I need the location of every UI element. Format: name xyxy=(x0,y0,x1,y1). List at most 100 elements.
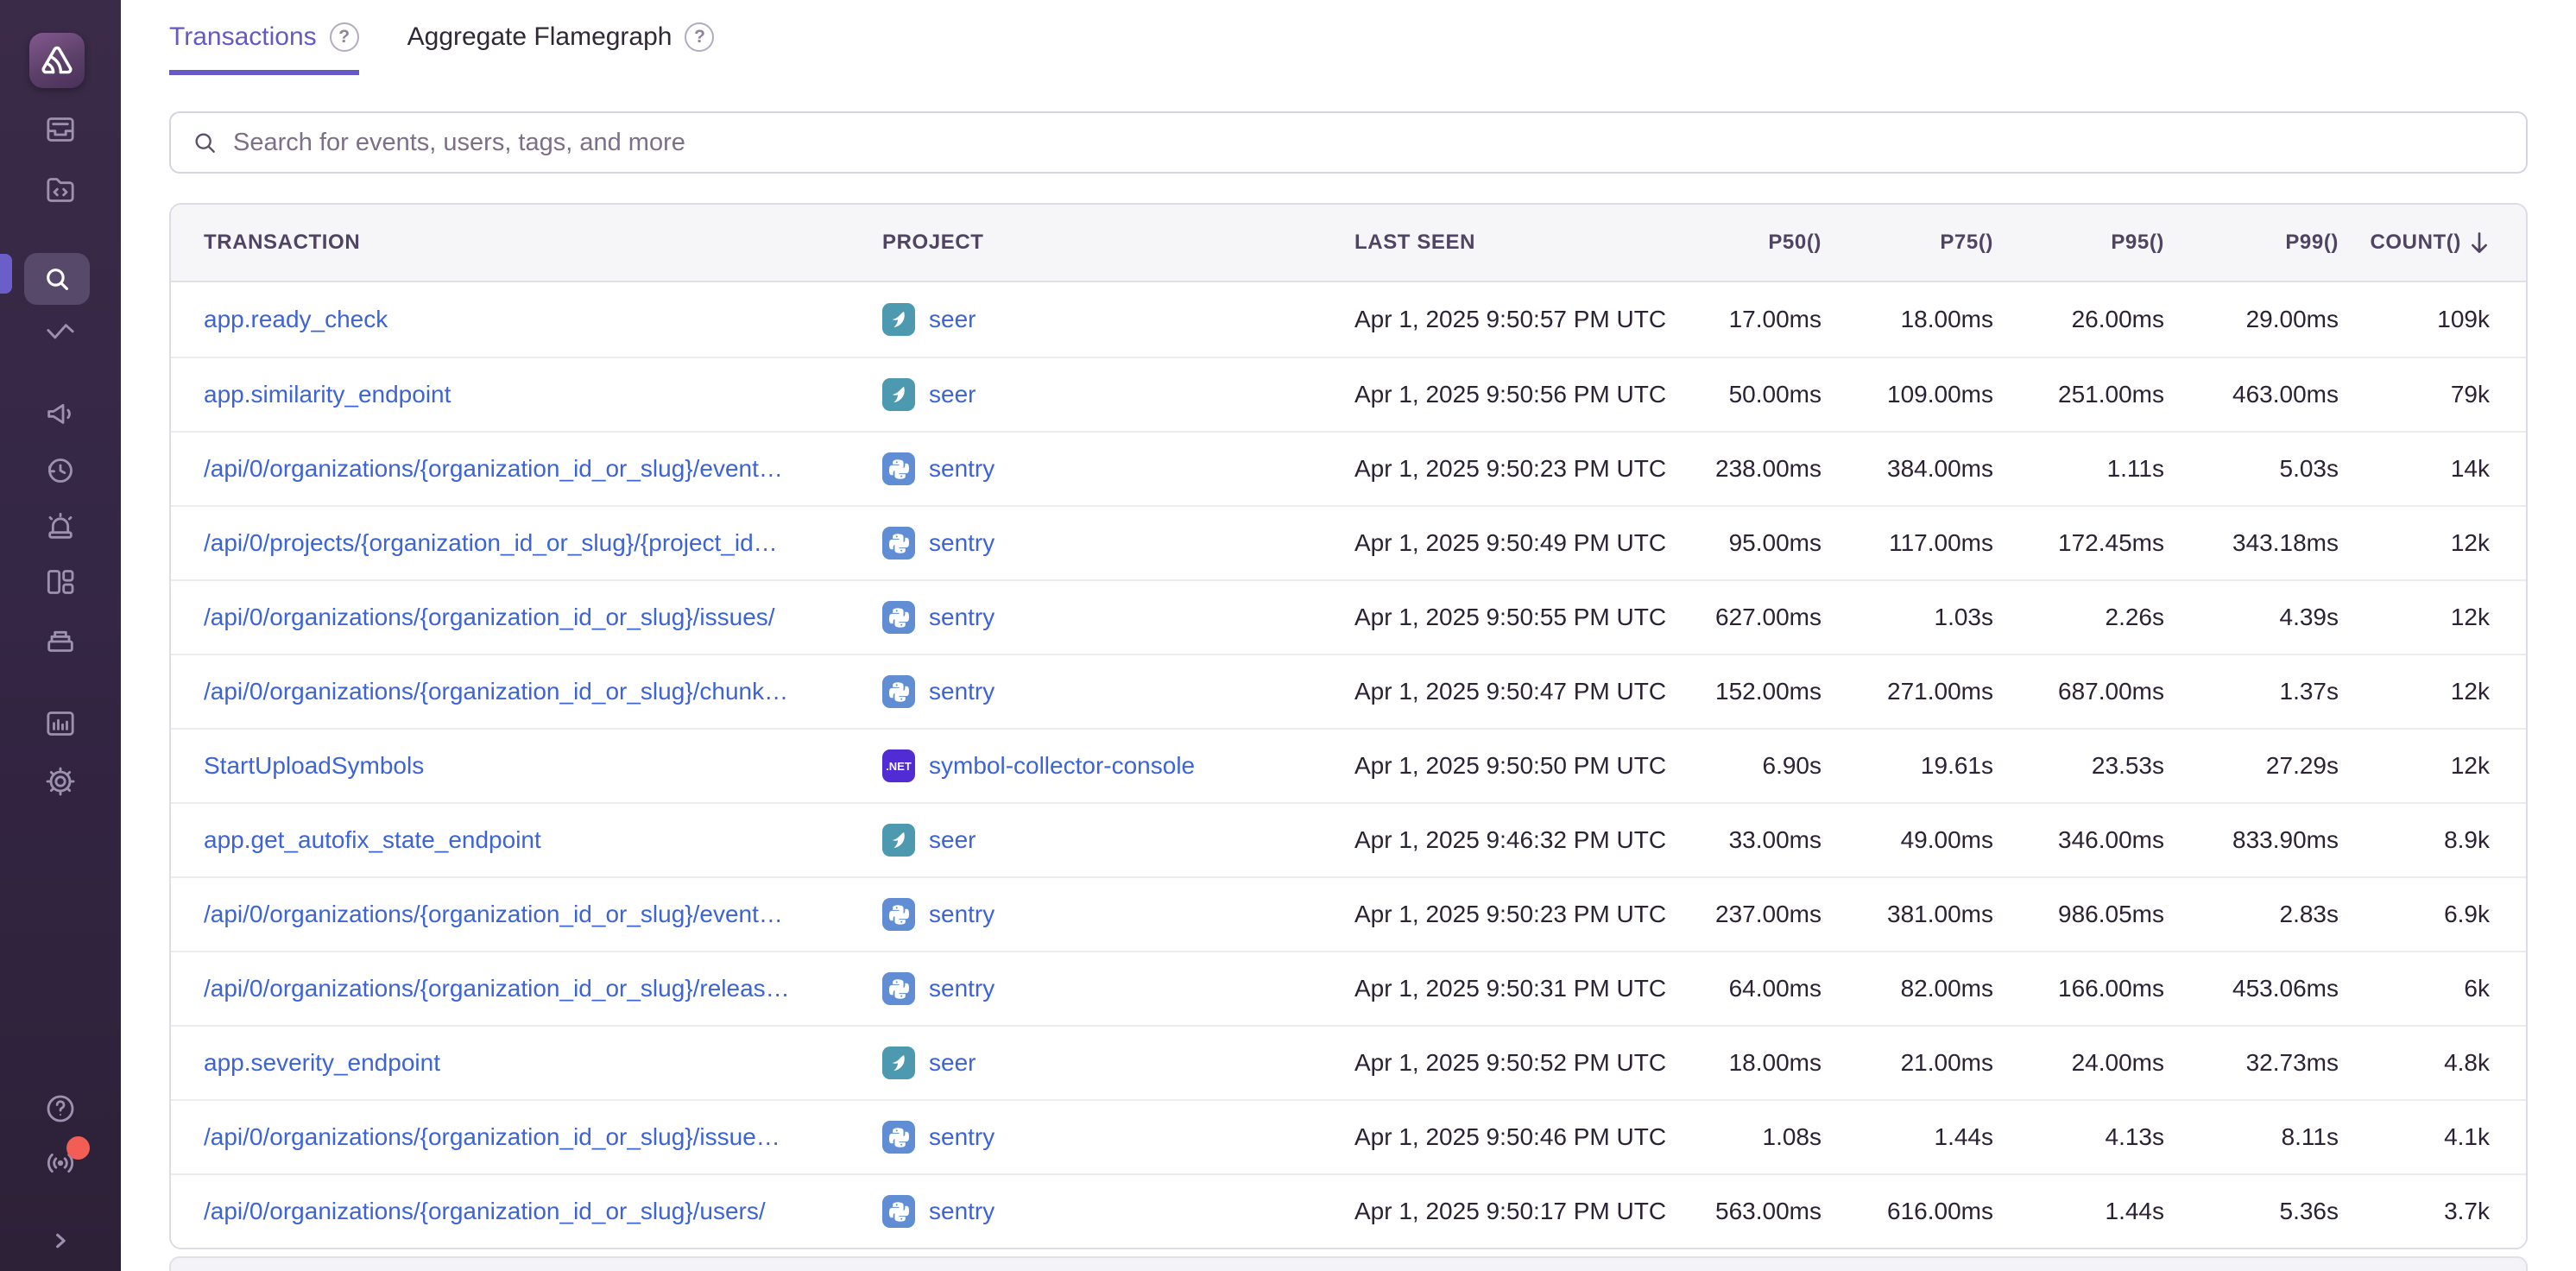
zigzag-icon xyxy=(43,315,78,350)
transaction-cell: app.similarity_endpoint xyxy=(171,381,882,408)
project-link[interactable]: sentry xyxy=(929,529,994,557)
python-project-icon xyxy=(887,606,911,629)
sidebar-item-feedback[interactable] xyxy=(43,396,78,431)
p99-cell: 2.83s xyxy=(2164,901,2339,928)
project-link[interactable]: sentry xyxy=(929,1198,994,1225)
project-link[interactable]: seer xyxy=(929,1049,975,1077)
sidebar-collapse-button[interactable] xyxy=(43,1224,78,1258)
project-icon: .NET xyxy=(882,527,915,560)
project-icon: .NET xyxy=(882,1121,915,1154)
tab-transactions-help-icon[interactable]: ? xyxy=(330,22,359,52)
transaction-link[interactable]: /api/0/organizations/{organization_id_or… xyxy=(204,1198,766,1224)
project-icon: .NET xyxy=(882,303,915,336)
project-link[interactable]: sentry xyxy=(929,901,994,928)
column-header-count[interactable]: COUNT() xyxy=(2339,231,2526,255)
p50-cell: 95.00ms xyxy=(1651,529,1822,557)
transaction-link[interactable]: app.similarity_endpoint xyxy=(204,381,451,408)
siren-icon xyxy=(43,509,78,544)
main-content: Transactions ? Aggregate Flamegraph ? TR… xyxy=(121,0,2576,1271)
python-project-icon xyxy=(887,1126,911,1149)
sidebar-item-stats[interactable] xyxy=(43,706,78,741)
search-icon xyxy=(41,262,73,295)
table-row: app.ready_check .NET seer Apr 1, 2025 9:… xyxy=(171,282,2526,357)
tab-aggregate-flamegraph-help-icon[interactable]: ? xyxy=(685,22,714,52)
sidebar-item-traces[interactable] xyxy=(43,315,78,350)
column-header-p50[interactable]: P50() xyxy=(1651,231,1822,255)
p50-cell: 18.00ms xyxy=(1651,1049,1822,1077)
p50-cell: 152.00ms xyxy=(1651,678,1822,705)
table-row: app.severity_endpoint .NET seer Apr 1, 2… xyxy=(171,1025,2526,1099)
p95-cell: 1.44s xyxy=(1993,1198,2164,1225)
seer-project-icon xyxy=(887,383,911,407)
tab-aggregate-flamegraph[interactable]: Aggregate Flamegraph ? xyxy=(407,22,715,75)
project-icon: .NET xyxy=(882,601,915,634)
project-cell: .NET sentry xyxy=(882,898,1348,931)
sidebar-item-releases[interactable] xyxy=(43,623,78,657)
megaphone-icon xyxy=(43,396,78,431)
sentry-logo[interactable] xyxy=(29,33,85,88)
project-icon: .NET xyxy=(882,749,915,782)
project-cell: .NET seer xyxy=(882,303,1348,336)
sidebar-item-explore-active[interactable] xyxy=(24,253,90,305)
transaction-link[interactable]: /api/0/organizations/{organization_id_or… xyxy=(204,455,783,482)
count-cell: 79k xyxy=(2339,381,2526,408)
p75-cell: 109.00ms xyxy=(1822,381,1993,408)
project-link[interactable]: sentry xyxy=(929,604,994,631)
project-cell: .NET seer xyxy=(882,378,1348,411)
count-cell: 12k xyxy=(2339,529,2526,557)
transaction-link[interactable]: /api/0/organizations/{organization_id_or… xyxy=(204,604,775,630)
project-link[interactable]: seer xyxy=(929,306,975,333)
table-row: /api/0/projects/{organization_id_or_slug… xyxy=(171,505,2526,579)
project-link[interactable]: sentry xyxy=(929,1123,994,1151)
transaction-cell: /api/0/organizations/{organization_id_or… xyxy=(171,604,882,631)
column-header-last-seen[interactable]: LAST SEEN xyxy=(1348,231,1651,255)
column-header-p75[interactable]: P75() xyxy=(1822,231,1993,255)
project-link[interactable]: sentry xyxy=(929,455,994,483)
project-link[interactable]: symbol-collector-console xyxy=(929,752,1195,780)
search-input[interactable] xyxy=(233,129,2506,157)
sidebar-item-settings[interactable] xyxy=(43,764,78,799)
table-row: /api/0/organizations/{organization_id_or… xyxy=(171,431,2526,505)
tab-transactions[interactable]: Transactions ? xyxy=(169,22,359,75)
project-link[interactable]: seer xyxy=(929,826,975,854)
sidebar-item-help[interactable] xyxy=(43,1091,78,1126)
transaction-link[interactable]: app.get_autofix_state_endpoint xyxy=(204,826,541,853)
transaction-link[interactable]: /api/0/organizations/{organization_id_or… xyxy=(204,975,790,1002)
transaction-link[interactable]: /api/0/organizations/{organization_id_or… xyxy=(204,678,788,705)
column-header-transaction[interactable]: TRANSACTION xyxy=(171,231,882,255)
p75-cell: 18.00ms xyxy=(1822,306,1993,333)
p99-cell: 343.18ms xyxy=(2164,529,2339,557)
count-cell: 6.9k xyxy=(2339,901,2526,928)
p50-cell: 17.00ms xyxy=(1651,306,1822,333)
column-header-p99[interactable]: P99() xyxy=(2164,231,2339,255)
sidebar-item-projects[interactable] xyxy=(43,173,78,207)
project-cell: .NET seer xyxy=(882,1047,1348,1079)
project-link[interactable]: sentry xyxy=(929,975,994,1002)
p75-cell: 271.00ms xyxy=(1822,678,1993,705)
count-cell: 6k xyxy=(2339,975,2526,1002)
sidebar-item-dashboards[interactable] xyxy=(43,565,78,599)
sidebar-item-issues[interactable] xyxy=(43,112,78,147)
transaction-cell: app.severity_endpoint xyxy=(171,1049,882,1077)
transaction-cell: /api/0/projects/{organization_id_or_slug… xyxy=(171,529,882,557)
sidebar-item-alerts[interactable] xyxy=(43,509,78,544)
column-header-project[interactable]: PROJECT xyxy=(882,231,1348,255)
count-cell: 12k xyxy=(2339,678,2526,705)
sidebar-item-replays[interactable] xyxy=(43,453,78,488)
transaction-link[interactable]: StartUploadSymbols xyxy=(204,752,424,779)
p75-cell: 49.00ms xyxy=(1822,826,1993,854)
last-seen-cell: Apr 1, 2025 9:50:57 PM UTC xyxy=(1348,306,1651,333)
project-link[interactable]: seer xyxy=(929,381,975,408)
p95-cell: 346.00ms xyxy=(1993,826,2164,854)
project-link[interactable]: sentry xyxy=(929,678,994,705)
p99-cell: 5.03s xyxy=(2164,455,2339,483)
table-row: StartUploadSymbols .NET symbol-collector… xyxy=(171,728,2526,802)
transaction-link[interactable]: /api/0/organizations/{organization_id_or… xyxy=(204,1123,780,1150)
transaction-link[interactable]: app.ready_check xyxy=(204,306,388,332)
transaction-link[interactable]: /api/0/organizations/{organization_id_or… xyxy=(204,901,783,927)
table-header-row: TRANSACTION PROJECT LAST SEEN P50() P75(… xyxy=(171,205,2526,282)
clock-rewind-icon xyxy=(43,453,78,488)
transaction-link[interactable]: /api/0/projects/{organization_id_or_slug… xyxy=(204,529,778,556)
transaction-link[interactable]: app.severity_endpoint xyxy=(204,1049,440,1076)
column-header-p95[interactable]: P95() xyxy=(1993,231,2164,255)
